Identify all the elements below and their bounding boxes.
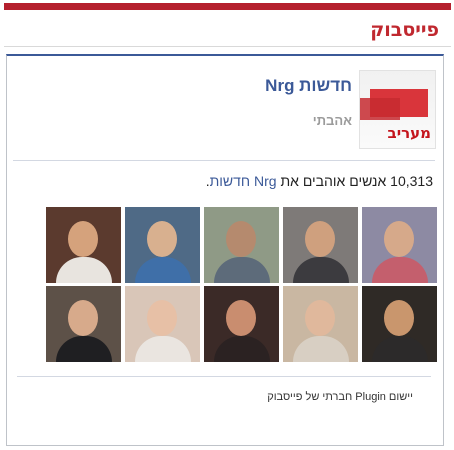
avatar-body	[214, 336, 270, 362]
fan-avatar[interactable]	[204, 207, 279, 283]
page-name-link[interactable]: חדשות Nrg	[265, 76, 352, 96]
header-divider	[13, 160, 435, 161]
avatar-body	[372, 257, 428, 283]
title-divider	[4, 46, 451, 47]
avatar-head	[226, 300, 256, 336]
avatar-head	[226, 221, 256, 257]
avatar-body	[372, 336, 428, 362]
avatar-body	[214, 257, 270, 283]
fan-avatar[interactable]	[362, 207, 437, 283]
fan-avatar[interactable]	[46, 207, 121, 283]
fan-avatar[interactable]	[283, 207, 358, 283]
fan-faces-grid	[39, 207, 437, 362]
avatar-head	[305, 300, 335, 336]
fan-avatar[interactable]	[283, 286, 358, 362]
maariv-logo: מעריב	[387, 124, 431, 142]
top-accent-bar	[4, 3, 451, 10]
avatar-head	[384, 221, 414, 257]
facebook-like-box: מעריב חדשות Nrg אהבתי 10,313 אנשים אוהבי…	[6, 54, 444, 446]
avatar-body	[293, 257, 349, 283]
fan-avatar[interactable]	[125, 286, 200, 362]
fan-avatar[interactable]	[125, 207, 200, 283]
widget-title: פייסבוק	[370, 19, 439, 41]
fan-avatar[interactable]	[204, 286, 279, 362]
avatar-head	[147, 221, 177, 257]
footer-divider	[17, 376, 431, 377]
avatar-body	[135, 257, 191, 283]
avatar-head	[305, 221, 335, 257]
avatar-body	[56, 257, 112, 283]
avatar-body	[293, 336, 349, 362]
avatar-body	[135, 336, 191, 362]
avatar-head	[68, 221, 98, 257]
fan-avatar[interactable]	[46, 286, 121, 362]
likes-summary: 10,313 אנשים אוהבים את Nrg חדשות.	[206, 173, 433, 189]
like-button[interactable]: אהבתי	[313, 113, 352, 128]
likes-count: 10,313	[390, 173, 433, 189]
page-thumbnail[interactable]: מעריב	[359, 70, 436, 149]
avatar-body	[56, 336, 112, 362]
avatar-head	[147, 300, 177, 336]
thumbnail-graphic-accent	[360, 98, 400, 120]
likes-page-link[interactable]: Nrg חדשות	[210, 173, 277, 189]
fan-avatar[interactable]	[362, 286, 437, 362]
likes-text: אנשים אוהבים את	[276, 173, 391, 189]
plugin-note[interactable]: יישום Plugin חברתי של פייסבוק	[267, 391, 413, 403]
avatar-head	[68, 300, 98, 336]
avatar-head	[384, 300, 414, 336]
